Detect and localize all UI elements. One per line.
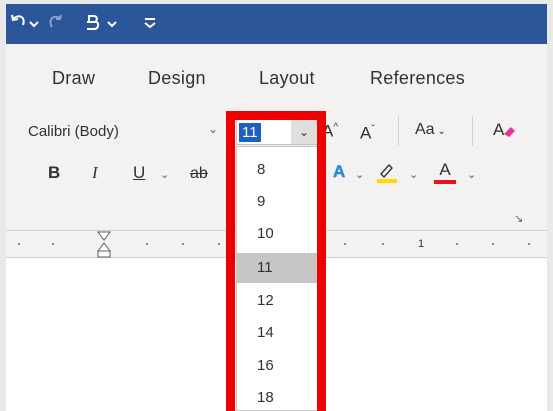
- ribbon-separator: [472, 116, 473, 146]
- touch-mode-icon[interactable]: [82, 13, 122, 33]
- underline-button[interactable]: U: [133, 163, 145, 183]
- italic-button[interactable]: I: [92, 163, 98, 183]
- ruler-tick: [492, 243, 494, 245]
- font-name-value: Calibri (Body): [28, 123, 119, 140]
- ruler-tick: [146, 243, 148, 245]
- shrink-font-button[interactable]: Aˇ: [360, 120, 375, 144]
- tab-draw[interactable]: Draw: [52, 68, 95, 89]
- font-name-dropdown-icon[interactable]: ⌄: [208, 122, 218, 136]
- ruler-tick: [18, 243, 20, 245]
- tab-layout[interactable]: Layout: [259, 68, 315, 89]
- underline-dropdown-icon[interactable]: ⌄: [160, 165, 169, 185]
- shrink-font-icon: A: [360, 123, 372, 143]
- ruler-tick: [382, 243, 384, 245]
- font-name-combobox[interactable]: Calibri (Body): [28, 120, 223, 144]
- ruler-number: 1: [418, 238, 425, 250]
- clear-formatting-button[interactable]: A: [492, 118, 518, 145]
- highlight-dropdown-icon[interactable]: ⌄: [409, 165, 418, 185]
- text-effects-dropdown-icon[interactable]: ⌄: [355, 165, 364, 185]
- font-color-dropdown-icon[interactable]: ⌄: [467, 165, 476, 185]
- red-highlight-annotation: [226, 111, 326, 411]
- strikethrough-button[interactable]: ab: [190, 164, 208, 184]
- undo-icon[interactable]: [10, 13, 40, 33]
- highlight-color-button[interactable]: [376, 160, 398, 189]
- tab-references[interactable]: References: [370, 68, 465, 89]
- bold-button[interactable]: B: [48, 163, 60, 183]
- change-case-icon: Aa: [415, 121, 435, 138]
- change-case-button[interactable]: Aa ⌄: [415, 120, 446, 142]
- font-color-icon: A: [439, 160, 451, 179]
- ruler-tick: [528, 243, 530, 245]
- text-effects-button[interactable]: A: [333, 162, 346, 182]
- ruler-tick: [182, 243, 184, 245]
- customize-qat-icon[interactable]: [142, 13, 158, 33]
- font-color-bar: [434, 180, 456, 184]
- svg-text:A: A: [493, 120, 505, 139]
- ruler-tick: [218, 243, 220, 245]
- font-dialog-launcher-icon[interactable]: ↘: [514, 212, 523, 225]
- highlighter-icon: [377, 163, 397, 183]
- text-effects-icon: A: [333, 162, 346, 182]
- ruler-tick: [344, 243, 346, 245]
- ribbon-separator: [398, 116, 399, 146]
- ruler-tick: [456, 243, 458, 245]
- font-color-button[interactable]: A: [434, 160, 456, 184]
- quick-access-toolbar: [6, 4, 547, 44]
- clear-formatting-icon: A: [493, 120, 515, 139]
- redo-icon[interactable]: [46, 13, 66, 33]
- ruler-tick: [52, 243, 54, 245]
- tab-design[interactable]: Design: [148, 68, 206, 89]
